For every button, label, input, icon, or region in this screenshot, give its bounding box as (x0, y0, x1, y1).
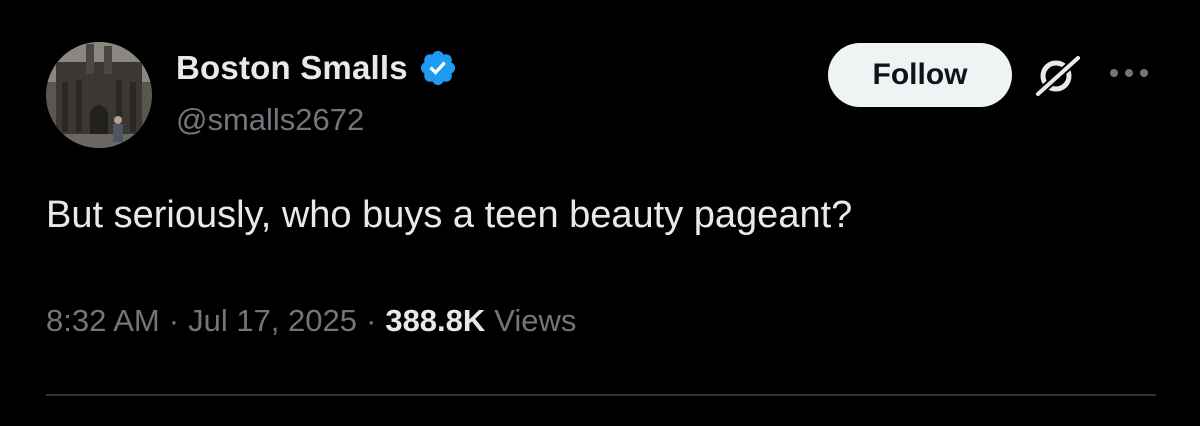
tweet-meta: 8:32 AM · Jul 17, 2025 · 388.8K Views (46, 303, 576, 339)
follow-button[interactable]: Follow (828, 43, 1012, 107)
meta-separator: · (366, 303, 377, 338)
author-name-row: Boston Smalls (176, 48, 458, 88)
tweet-date[interactable]: Jul 17, 2025 (188, 303, 357, 339)
views-label[interactable]: Views (494, 303, 576, 339)
views-count[interactable]: 388.8K (385, 303, 485, 339)
author-handle[interactable]: @smalls2672 (176, 102, 364, 138)
divider (46, 394, 1156, 396)
author-display-name[interactable]: Boston Smalls (176, 49, 408, 87)
meta-separator: · (168, 303, 180, 338)
tweet-time[interactable]: 8:32 AM (46, 303, 160, 339)
cathedral-photo-avatar (46, 42, 152, 148)
grok-icon[interactable] (1032, 54, 1084, 103)
avatar[interactable] (46, 42, 152, 148)
tweet-text: But seriously, who buys a teen beauty pa… (46, 194, 853, 236)
verified-badge-icon[interactable] (418, 48, 458, 88)
more-options-icon[interactable] (1108, 66, 1152, 85)
